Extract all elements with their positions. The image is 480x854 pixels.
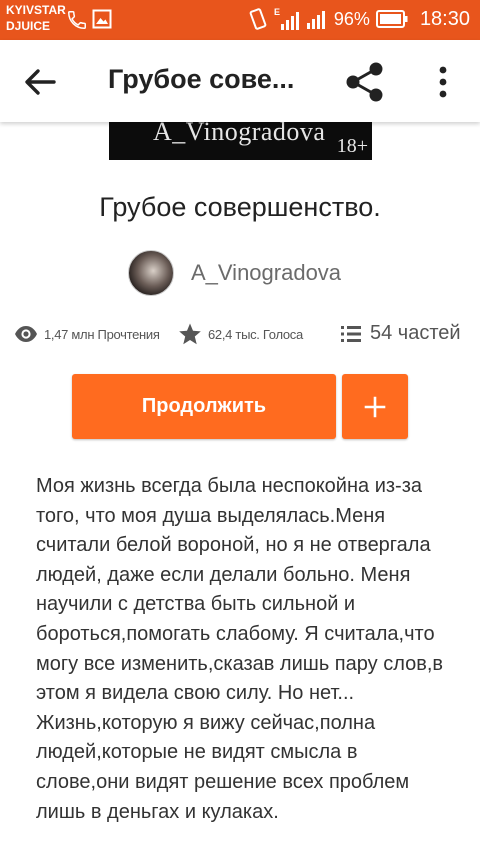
parts-count[interactable]: 54 частей <box>370 322 461 345</box>
carrier-line-1: KYIVSTAR <box>6 3 66 17</box>
signal-e-icon: E <box>274 7 299 30</box>
list-icon <box>341 325 361 342</box>
more-vert-icon[interactable] <box>428 62 458 102</box>
status-bar: KYIVSTAR DJUICE E 96% 18:30 <box>0 0 480 40</box>
image-icon <box>92 9 112 29</box>
cover-rating-text: 18+ <box>336 135 368 157</box>
star-icon <box>179 323 201 345</box>
votes-count: 62,4 тыс. Голоса <box>208 326 303 342</box>
battery-percent: 96% <box>333 8 370 29</box>
add-to-library-button[interactable] <box>342 374 408 439</box>
vibrate-icon <box>249 8 267 30</box>
app-bar: Грубое сове... <box>0 40 480 122</box>
parts-stat[interactable]: 54 частей <box>340 322 461 345</box>
signal-icon <box>306 11 325 29</box>
story-title: Грубое совершенство. <box>99 192 381 222</box>
author-name[interactable]: A_Vinogradova <box>191 260 341 286</box>
share-icon[interactable] <box>343 60 387 104</box>
reads-count: 1,47 млн Прочтения <box>44 326 160 342</box>
votes-stat: 62,4 тыс. Голоса <box>178 322 303 346</box>
clock: 18:30 <box>419 7 470 30</box>
eye-icon <box>15 326 37 342</box>
app-bar-title: Грубое сове... <box>108 64 295 94</box>
battery-icon <box>375 10 408 28</box>
phone-icon <box>68 11 86 29</box>
carrier-line-2: DJUICE <box>6 19 51 33</box>
continue-reading-button[interactable]: Продолжить <box>72 374 336 439</box>
svg-text:E: E <box>274 7 280 17</box>
back-arrow-icon[interactable] <box>22 64 58 100</box>
status-right: E 96% 18:30 <box>248 6 470 32</box>
avatar[interactable] <box>128 250 174 296</box>
carrier-name: KYIVSTAR DJUICE <box>6 2 66 34</box>
plus-icon <box>364 396 386 417</box>
reads-stat: 1,47 млн Прочтения <box>14 322 160 346</box>
author-row[interactable]: A_Vinogradova <box>128 250 341 296</box>
story-description: Моя жизнь всегда была неспокойна из-за т… <box>36 475 444 823</box>
story-stats: 1,47 млн Прочтения 62,4 тыс. Голоса 54 ч… <box>14 322 474 352</box>
